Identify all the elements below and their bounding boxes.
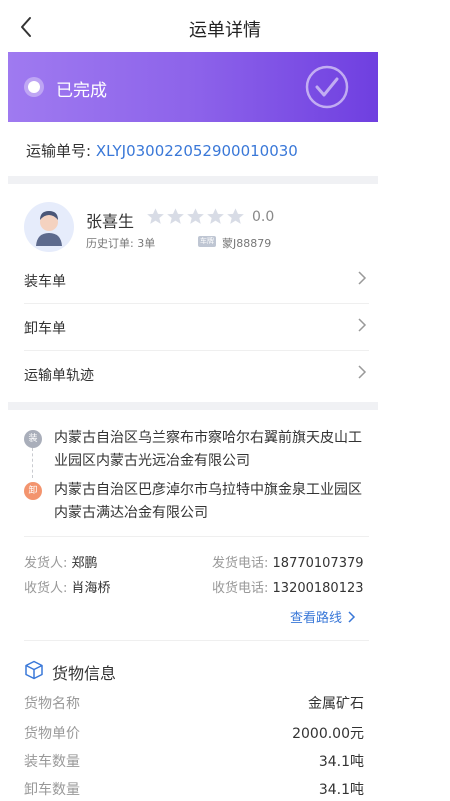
load-point-icon: 装 (24, 430, 42, 448)
order-number-label: 运输单号: (26, 142, 92, 160)
plate-tag-icon: 车牌 (198, 236, 216, 247)
status-text: 已完成 (56, 81, 107, 101)
shipper-info: 发货人: 郑鹏 (24, 552, 98, 571)
section-separator (8, 402, 378, 410)
cargo-row: 货物单价 2000.00元 (24, 723, 364, 745)
receiver-info: 收货人: 肖海桥 (24, 577, 111, 596)
receiver-name: 肖海桥 (71, 581, 111, 596)
receiver-phone-info: 收货电话: 13200180123 (212, 577, 364, 596)
shipper-phone-info: 发货电话: 18770107379 (212, 552, 364, 571)
rating-stars (146, 207, 246, 227)
order-number-value[interactable]: XLYJ030022052900010030 (96, 142, 298, 160)
check-circle-icon (305, 65, 349, 109)
order-number-row: 运输单号: XLYJ030022052900010030 (26, 140, 298, 161)
divider (24, 640, 369, 641)
shipper-phone-label: 发货电话: (212, 556, 269, 571)
menu-item-unloading-sheet[interactable]: 卸车单 (24, 305, 369, 351)
nav-bar: 运单详情 (0, 0, 450, 52)
star-icon (227, 208, 244, 224)
person-icon (36, 211, 62, 246)
cargo-row-key: 装车数量 (24, 754, 80, 770)
menu-item-track[interactable]: 运输单轨迹 (24, 352, 369, 398)
cargo-row-value: 34.1吨 (318, 782, 364, 798)
plate-number: 蒙J88879 (222, 237, 272, 250)
chevron-right-icon (358, 318, 367, 332)
divider (24, 536, 369, 537)
chevron-right-icon (348, 611, 356, 623)
star-icon (207, 208, 224, 224)
cargo-row-value: 34.1吨 (318, 754, 364, 770)
cargo-row-key: 货物名称 (24, 696, 80, 712)
cargo-row: 卸车数量 34.1吨 (24, 779, 364, 801)
star-icon (187, 208, 204, 224)
view-route-label: 查看路线 (290, 611, 343, 626)
rating-value: 0.0 (252, 209, 275, 225)
menu-item-label: 装车单 (24, 274, 66, 290)
page-title: 运单详情 (189, 20, 261, 41)
receiver-phone[interactable]: 13200180123 (273, 581, 364, 596)
view-route-button[interactable]: 查看路线 (290, 607, 356, 626)
receiver-phone-label: 收货电话: (212, 581, 269, 596)
star-icon (167, 208, 184, 224)
chevron-right-icon (358, 271, 367, 285)
unload-address: 内蒙古自治区巴彦淖尔市乌拉特中旗金泉工业园区内蒙古满达冶金有限公司 (54, 482, 362, 521)
cargo-section-title: 货物信息 (52, 664, 117, 683)
cube-icon (25, 660, 43, 680)
menu-item-label: 运输单轨迹 (24, 368, 94, 384)
route-connector (32, 448, 33, 478)
avatar (24, 202, 74, 252)
chevron-right-icon (358, 365, 367, 379)
unload-point-icon: 卸 (24, 482, 42, 500)
receiver-label: 收货人: (24, 581, 68, 596)
star-icon (147, 208, 164, 224)
cargo-row: 货物名称 金属矿石 (24, 693, 364, 715)
shipper-phone[interactable]: 18770107379 (273, 556, 364, 571)
status-dot-icon (28, 81, 40, 93)
cargo-row-value: 2000.00元 (292, 726, 364, 742)
cargo-row-key: 货物单价 (24, 726, 80, 742)
history-orders: 历史订单: 3单 (86, 237, 156, 250)
shipper-name: 郑鹏 (71, 556, 98, 571)
menu-item-loading-sheet[interactable]: 装车单 (24, 258, 369, 304)
shipper-label: 发货人: (24, 556, 68, 571)
cargo-row: 装车数量 34.1吨 (24, 751, 364, 773)
menu-item-label: 卸车单 (24, 321, 66, 337)
cargo-row-value: 金属矿石 (308, 696, 364, 712)
driver-name: 张喜生 (86, 212, 135, 231)
section-separator (8, 176, 378, 184)
load-address: 内蒙古自治区乌兰察布市察哈尔右翼前旗天皮山工业园区内蒙古光远冶金有限公司 (54, 430, 362, 469)
cargo-row-key: 卸车数量 (24, 782, 80, 798)
status-banner: 已完成 (8, 52, 378, 122)
